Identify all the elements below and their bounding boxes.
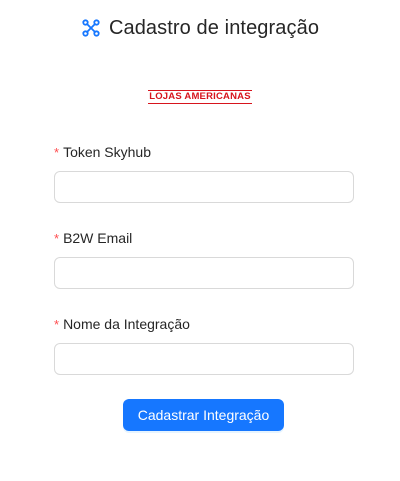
b2w-email-field: * B2W Email [54, 227, 354, 289]
integration-name-label: * Nome da Integração [54, 313, 354, 335]
b2w-email-label-text: B2W Email [63, 230, 133, 246]
submit-integration-button[interactable]: Cadastrar Integração [123, 399, 284, 431]
b2w-email-label: * B2W Email [54, 227, 354, 249]
integration-name-field: * Nome da Integração [54, 313, 354, 375]
token-skyhub-input[interactable] [54, 171, 354, 203]
required-mark: * [54, 231, 60, 246]
token-skyhub-label: * Token Skyhub [54, 141, 354, 163]
integration-name-label-text: Nome da Integração [63, 316, 190, 332]
logo-container: LOJAS AMERICANAS [0, 90, 400, 104]
api-icon [81, 18, 101, 38]
page-header: Cadastro de integração [0, 12, 400, 44]
token-skyhub-field: * Token Skyhub [54, 141, 354, 203]
token-skyhub-label-text: Token Skyhub [63, 144, 152, 160]
lojas-americanas-logo: LOJAS AMERICANAS [148, 90, 252, 104]
integration-form-page: Cadastro de integração LOJAS AMERICANAS … [0, 0, 400, 481]
page-title: Cadastro de integração [108, 16, 320, 39]
required-mark: * [54, 145, 60, 160]
b2w-email-input[interactable] [54, 257, 354, 289]
integration-name-input[interactable] [54, 343, 354, 375]
required-mark: * [54, 317, 60, 332]
